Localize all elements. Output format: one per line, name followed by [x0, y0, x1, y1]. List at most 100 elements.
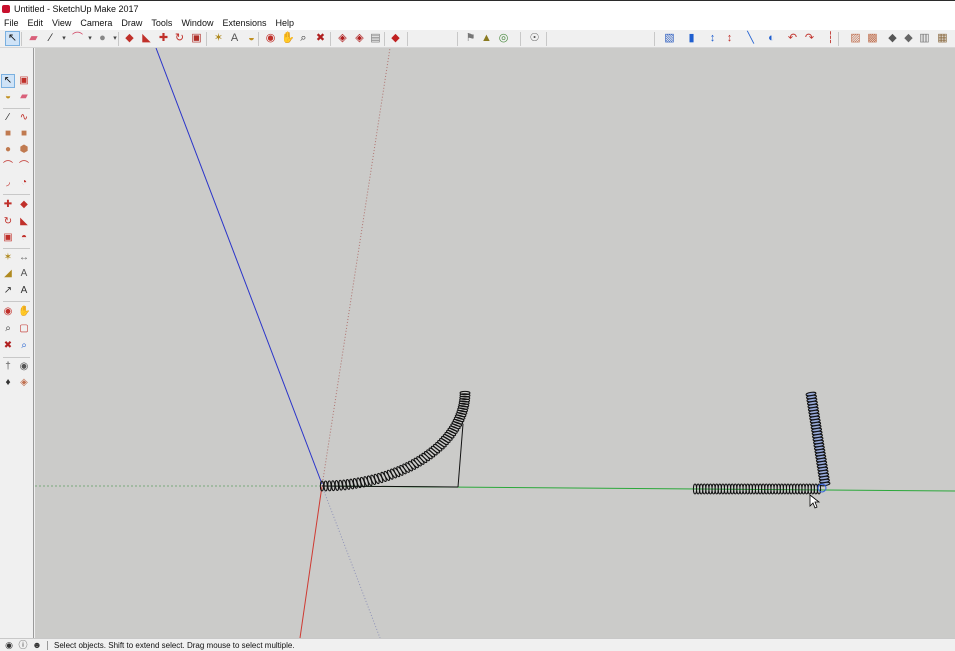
extension-warehouse-button[interactable]: ◈ — [353, 32, 366, 45]
bent-spring-model-selected[interactable] — [692, 391, 831, 495]
zoom-window-button[interactable]: ▢ — [18, 323, 30, 335]
arc-tool-button[interactable]: ⌒ — [71, 32, 84, 45]
follow-me-tool-button[interactable]: ◣ — [18, 216, 30, 228]
offset-tool-button[interactable]: ◓ — [18, 232, 30, 244]
text-tool-button[interactable]: A — [228, 32, 241, 45]
back-edges-style-button[interactable]: ▩ — [866, 32, 879, 45]
section-plane-button[interactable]: ↶ — [786, 32, 799, 45]
model-viewport[interactable] — [35, 48, 955, 638]
follow-me-button[interactable]: ◣ — [140, 32, 153, 45]
right-view-button[interactable]: ↕ — [723, 32, 736, 45]
text-tool-button[interactable]: A — [18, 268, 30, 280]
shaded-style-button[interactable]: ▥ — [918, 32, 931, 45]
component-tool-button[interactable]: ▣ — [18, 75, 30, 87]
menu-help[interactable]: Help — [271, 17, 299, 30]
axes-tool-button[interactable]: ↗ — [2, 285, 14, 297]
xray-style-button[interactable]: ▨ — [849, 32, 862, 45]
paint-tool-button[interactable]: ◒ — [2, 91, 14, 103]
paint-bucket-button[interactable]: ◒ — [245, 32, 258, 45]
eraser-tool-button[interactable]: ▰ — [18, 91, 30, 103]
warehouse-button[interactable]: ◈ — [336, 32, 349, 45]
iso-view-button[interactable]: ▧ — [663, 32, 676, 45]
section-fill-button[interactable]: ┆ — [824, 32, 837, 45]
dimension-tool-button[interactable]: ↔ — [18, 252, 30, 264]
toolbar-separator — [118, 32, 119, 46]
3d-text-tool-button[interactable]: A — [18, 285, 30, 297]
section-plane-tool-button[interactable]: ◈ — [18, 377, 30, 389]
scale-tool-button[interactable]: ▣ — [2, 232, 14, 244]
scene-canvas[interactable] — [35, 48, 955, 638]
back-view-button[interactable]: ╲ — [744, 32, 757, 45]
tool-group-separator — [3, 108, 30, 109]
sandbox-button[interactable]: ☉ — [528, 32, 541, 45]
rotated-rect-tool-button[interactable]: ■ — [18, 128, 30, 140]
protractor-tool-button[interactable]: ◢ — [2, 268, 14, 280]
look-around-button[interactable]: ◉ — [18, 361, 30, 373]
push-pull-tool-button[interactable]: ◆ — [18, 199, 30, 211]
circle-tool-button[interactable]: ● — [2, 144, 14, 156]
menu-file[interactable]: File — [0, 17, 24, 30]
tape-measure-tool-button[interactable]: ✶ — [2, 252, 14, 264]
previous-view-button[interactable]: ⌕ — [18, 340, 30, 352]
arc-dropdown-icon[interactable]: ▾ — [87, 32, 93, 45]
polygon-tool-button[interactable]: ⬢ — [18, 144, 30, 156]
menu-camera[interactable]: Camera — [76, 17, 117, 30]
credits-icon[interactable]: ⓘ — [18, 640, 28, 650]
menu-window[interactable]: Window — [177, 17, 218, 30]
pan-tool-button[interactable]: ✋ — [18, 306, 30, 318]
orbit-tool-button[interactable]: ◉ — [2, 306, 14, 318]
scale-tool-button[interactable]: ▣ — [190, 32, 203, 45]
zoom-extents-tool-button[interactable]: ✖ — [2, 340, 14, 352]
pie-tool-button[interactable]: ◔ — [18, 177, 30, 189]
tape-measure-button[interactable]: ✶ — [212, 32, 225, 45]
zoom-tool-button[interactable]: ⌕ — [2, 323, 14, 335]
line-tool-button[interactable]: ∕ — [44, 32, 57, 45]
three-point-arc-button[interactable]: ◞ — [2, 177, 14, 189]
shapes-tool-button[interactable]: ● — [96, 32, 109, 45]
freehand-tool-button[interactable]: ∿ — [18, 112, 30, 124]
menu-extensions[interactable]: Extensions — [218, 17, 271, 30]
line-tool-button[interactable]: ∕ — [2, 112, 14, 124]
menu-draw[interactable]: Draw — [117, 17, 147, 30]
walk-tool-button[interactable]: ♦ — [2, 377, 14, 389]
zoom-extents-button[interactable]: ✖ — [314, 32, 327, 45]
user-account-icon[interactable]: ☻ — [32, 640, 42, 650]
toolbar-separator — [21, 32, 22, 46]
eraser-button[interactable]: ▰ — [27, 32, 40, 45]
photo-texture-button[interactable]: ◎ — [497, 32, 510, 45]
section-cut-button[interactable]: ↷ — [803, 32, 816, 45]
spring-coil — [459, 390, 471, 396]
menu-tools[interactable]: Tools — [147, 17, 177, 30]
toggle-terrain-button[interactable]: ▲ — [480, 32, 493, 45]
two-point-arc-button[interactable]: ⌒ — [18, 161, 30, 173]
extension-manager-button[interactable]: ◆ — [389, 32, 402, 45]
zoom-tool-button[interactable]: ⌕ — [297, 32, 310, 45]
move-tool-button[interactable]: ✚ — [157, 32, 170, 45]
rectangle-tool-button[interactable]: ■ — [2, 128, 14, 140]
rotate-tool-button[interactable]: ↻ — [2, 216, 14, 228]
rotate-tool-button[interactable]: ↻ — [173, 32, 186, 45]
top-view-button[interactable]: ▮ — [685, 32, 698, 45]
menu-edit[interactable]: Edit — [24, 17, 49, 30]
curved-spring-model[interactable] — [319, 390, 471, 492]
add-location-button[interactable]: ⚑ — [464, 32, 477, 45]
textured-style-button[interactable]: ▦ — [936, 32, 949, 45]
wireframe-style-button[interactable]: ◆ — [886, 32, 899, 45]
position-camera-button[interactable]: † — [2, 361, 14, 373]
geolocation-icon[interactable]: ◉ — [4, 640, 14, 650]
red-axis-negative — [321, 48, 391, 487]
freehand-dropdown-icon[interactable]: ▾ — [61, 32, 67, 45]
select-tool-button[interactable]: ↖ — [5, 31, 20, 46]
arc-tool-button[interactable]: ⌒ — [2, 161, 14, 173]
orbit-tool-button[interactable]: ◉ — [264, 32, 277, 45]
select-tool-button[interactable]: ↖ — [1, 74, 15, 88]
spring-path-edges — [321, 423, 464, 488]
layout-send-button[interactable]: ▤ — [369, 32, 382, 45]
left-view-button[interactable]: ◐ — [765, 32, 778, 45]
push-pull-button[interactable]: ◆ — [123, 32, 136, 45]
hidden-line-style-button[interactable]: ◆ — [902, 32, 915, 45]
menu-view[interactable]: View — [48, 17, 76, 30]
pan-tool-button[interactable]: ✋ — [281, 32, 295, 45]
front-view-button[interactable]: ↕ — [706, 32, 719, 45]
move-tool-button[interactable]: ✚ — [2, 199, 14, 211]
